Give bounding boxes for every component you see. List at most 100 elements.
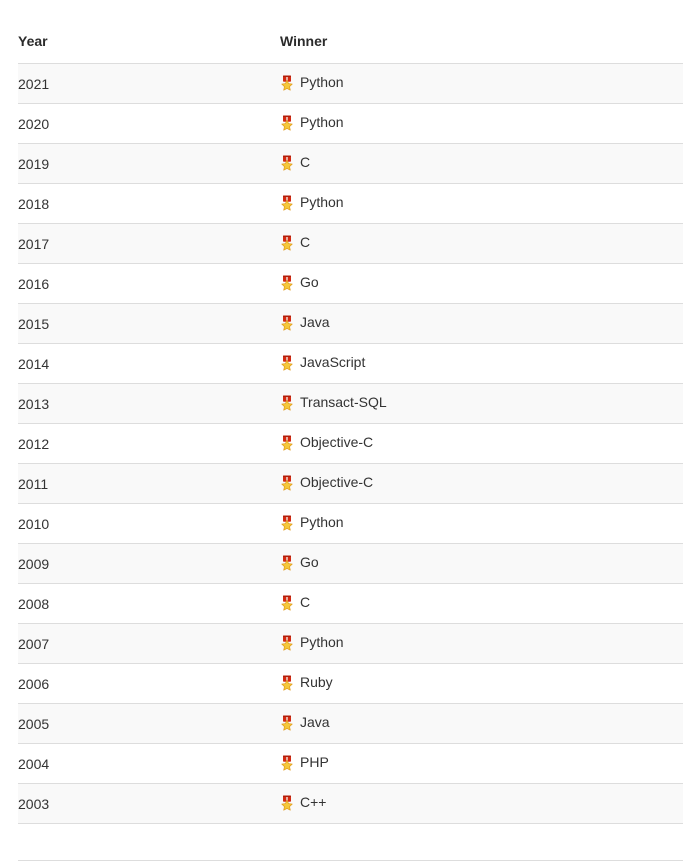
cell-year: 2011 xyxy=(18,475,49,492)
table-row[interactable]: 2013 Transact-SQL xyxy=(18,383,683,424)
table-row[interactable]: 2008 C xyxy=(18,583,683,624)
table-row[interactable]: 2005 Java xyxy=(18,703,683,744)
cell-year: 2003 xyxy=(18,795,50,812)
cell-year: 2019 xyxy=(18,155,50,172)
winner-label: Python xyxy=(300,74,344,90)
cell-winner: Python xyxy=(280,104,683,144)
table-header: Year Winner xyxy=(18,26,683,64)
winner-label: C xyxy=(300,594,311,610)
cell-year: 2004 xyxy=(18,755,50,772)
winner-label: Java xyxy=(300,714,330,730)
medal-icon xyxy=(280,435,294,451)
winner-content: Python xyxy=(280,184,344,220)
table-row[interactable]: 2018 Python xyxy=(18,183,683,224)
winner-label: Transact-SQL xyxy=(300,394,387,410)
winner-content: Go xyxy=(280,264,319,300)
winner-content: Objective-C xyxy=(280,464,373,500)
medal-icon xyxy=(280,595,294,611)
page-root: Year Winner 2021 Python 2020 Python 2019 C 201… xyxy=(0,0,690,861)
winner-content: C++ xyxy=(280,784,326,820)
results-table-container: Year Winner 2021 Python 2020 Python 2019 C 201… xyxy=(18,26,683,861)
medal-icon xyxy=(280,515,294,531)
cell-year: 2005 xyxy=(18,715,50,732)
cell-year: 2018 xyxy=(18,195,50,212)
cell-winner: Objective-C xyxy=(280,464,683,504)
winner-label: Objective-C xyxy=(300,474,374,490)
medal-icon xyxy=(280,315,294,331)
winner-content: PHP xyxy=(280,744,329,780)
cell-winner: JavaScript xyxy=(280,344,683,384)
winner-content: C xyxy=(280,144,310,180)
winner-label: C xyxy=(300,234,311,250)
table-row[interactable]: 2007 Python xyxy=(18,623,683,664)
medal-icon xyxy=(280,795,294,811)
cell-winner: Objective-C xyxy=(280,424,683,464)
table-row[interactable]: 2019 C xyxy=(18,143,683,184)
winner-content: Python xyxy=(280,64,344,100)
medal-icon xyxy=(280,115,294,131)
table-row[interactable]: 2009 Go xyxy=(18,543,683,584)
table-row[interactable]: 2017 C xyxy=(18,223,683,264)
cell-winner: C xyxy=(280,144,683,184)
table-row[interactable]: 2014 JavaScript xyxy=(18,343,683,384)
medal-icon xyxy=(280,75,294,91)
winner-content: C xyxy=(280,224,310,260)
table-row[interactable]: 2003 C++ xyxy=(18,783,683,824)
winner-label: Python xyxy=(300,634,344,650)
table-row[interactable]: 2012 Objective-C xyxy=(18,423,683,464)
table-row-blank[interactable] xyxy=(18,823,683,861)
cell-year: 2015 xyxy=(18,315,50,332)
cell-year: 2020 xyxy=(18,115,50,132)
winner-label: Python xyxy=(300,194,344,210)
winner-content: Python xyxy=(280,504,344,540)
table-row[interactable]: 2015 Java xyxy=(18,303,683,344)
table-row[interactable]: 2010 Python xyxy=(18,503,683,544)
winner-content: Objective-C xyxy=(280,424,373,460)
cell-winner: Python xyxy=(280,504,683,544)
medal-icon xyxy=(280,195,294,211)
cell-year: 2007 xyxy=(18,635,50,652)
table-body: 2021 Python 2020 Python 2019 C 2018 Python 2017 C… xyxy=(18,63,683,861)
cell-winner: C++ xyxy=(280,784,683,824)
cell-year: 2008 xyxy=(18,595,50,612)
winner-label: C xyxy=(300,154,311,170)
winner-label: Go xyxy=(300,274,319,290)
winner-content: Java xyxy=(280,304,330,340)
table-row[interactable]: 2011 Objective-C xyxy=(18,463,683,504)
cell-year xyxy=(18,824,280,861)
cell-year: 2014 xyxy=(18,355,50,372)
winner-label: Python xyxy=(300,114,344,130)
cell-winner: Python xyxy=(280,184,683,224)
cell-winner xyxy=(280,824,683,861)
winner-label: Go xyxy=(300,554,319,570)
medal-icon xyxy=(280,755,294,771)
column-header-winner[interactable]: Winner xyxy=(280,26,683,64)
table-row[interactable]: 2020 Python xyxy=(18,103,683,144)
column-header-year[interactable]: Year xyxy=(18,26,280,64)
cell-winner: Transact-SQL xyxy=(280,384,683,424)
winner-content: JavaScript xyxy=(280,344,365,380)
cell-winner: Ruby xyxy=(280,664,683,704)
medal-icon xyxy=(280,675,294,691)
table-row[interactable]: 2016 Go xyxy=(18,263,683,304)
medal-icon xyxy=(280,475,294,491)
winner-content: Java xyxy=(280,704,330,740)
winner-content: Python xyxy=(280,104,344,140)
cell-year: 2016 xyxy=(18,275,50,292)
cell-winner: C xyxy=(280,224,683,264)
winner-label: Java xyxy=(300,314,330,330)
cell-winner: Java xyxy=(280,304,683,344)
winner-label: Python xyxy=(300,514,344,530)
cell-year: 2009 xyxy=(18,555,50,572)
cell-winner: Go xyxy=(280,544,683,584)
winner-content: Ruby xyxy=(280,664,333,700)
winner-content: Go xyxy=(280,544,319,580)
medal-icon xyxy=(280,715,294,731)
cell-winner: Go xyxy=(280,264,683,304)
cell-year: 2010 xyxy=(18,515,50,532)
table-row[interactable]: 2006 Ruby xyxy=(18,663,683,704)
cell-winner: Python xyxy=(280,64,683,104)
table-row[interactable]: 2004 PHP xyxy=(18,743,683,784)
table-row[interactable]: 2021 Python xyxy=(18,63,683,104)
winner-label: Objective-C xyxy=(300,434,374,450)
